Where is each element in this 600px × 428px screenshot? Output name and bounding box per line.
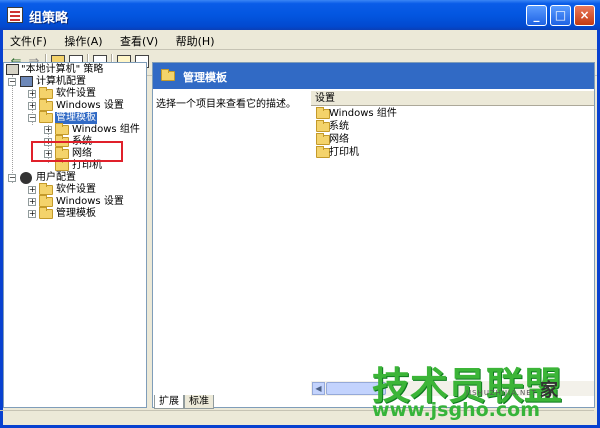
user-icon: [20, 172, 32, 184]
minimize-button[interactable]: _: [526, 5, 547, 26]
details-title: 管理模板: [183, 71, 227, 84]
folder-icon: [55, 159, 69, 171]
tab-standard[interactable]: 标准: [184, 395, 214, 409]
menu-bar: 文件(F) 操作(A) 查看(V) 帮助(H): [3, 30, 597, 50]
expand-toggle[interactable]: +: [28, 90, 36, 98]
scroll-left-icon[interactable]: ◀: [312, 382, 325, 395]
folder-icon: [316, 146, 330, 158]
computer-icon: [20, 76, 33, 87]
expand-toggle[interactable]: +: [28, 186, 36, 194]
folder-icon: [39, 207, 53, 219]
window-title: 组策略: [29, 11, 69, 26]
folder-icon: [39, 195, 53, 207]
folder-icon: [39, 183, 53, 195]
policy-root-icon: [6, 64, 19, 75]
highlight-box: [31, 141, 123, 162]
expand-toggle[interactable]: +: [28, 198, 36, 206]
folder-icon: [55, 123, 69, 135]
details-header: 管理模板: [153, 63, 594, 89]
folder-open-icon: [161, 69, 175, 81]
menu-action[interactable]: 操作(A): [57, 31, 109, 51]
menu-help[interactable]: 帮助(H): [169, 31, 222, 51]
collapse-toggle[interactable]: −: [28, 114, 36, 122]
expand-toggle[interactable]: +: [44, 126, 52, 134]
description-text: 选择一个项目来查看它的描述。: [156, 99, 296, 110]
folder-icon: [316, 107, 330, 119]
menu-file[interactable]: 文件(F): [3, 31, 54, 51]
folder-open-icon: [39, 111, 53, 123]
watermark-small: JISHUZHIJIA.NET: [466, 389, 537, 397]
tab-extended[interactable]: 扩展: [154, 395, 184, 409]
watermark-home: 家: [540, 380, 558, 401]
menu-view[interactable]: 查看(V): [113, 31, 165, 51]
collapse-toggle[interactable]: −: [8, 174, 16, 182]
folder-icon: [316, 120, 330, 132]
watermark-url: www.jsgho.com: [372, 399, 540, 421]
maximize-button[interactable]: □: [550, 5, 571, 26]
collapse-toggle[interactable]: −: [8, 78, 16, 86]
title-bar[interactable]: 组策略 _ □ ×: [0, 0, 600, 30]
expand-toggle[interactable]: +: [28, 210, 36, 218]
folder-icon: [316, 133, 330, 145]
policy-icon: [7, 7, 23, 23]
folder-icon: [39, 87, 53, 99]
tree-line: [12, 75, 13, 183]
column-header-setting[interactable]: 设置: [311, 91, 594, 106]
folder-icon: [39, 99, 53, 111]
expand-toggle[interactable]: +: [28, 102, 36, 110]
close-button[interactable]: ×: [574, 5, 595, 26]
tree-pane[interactable]: "本地计算机" 策略 − 计算机配置 + 软件设置 + Windows 设置 −…: [3, 62, 147, 408]
